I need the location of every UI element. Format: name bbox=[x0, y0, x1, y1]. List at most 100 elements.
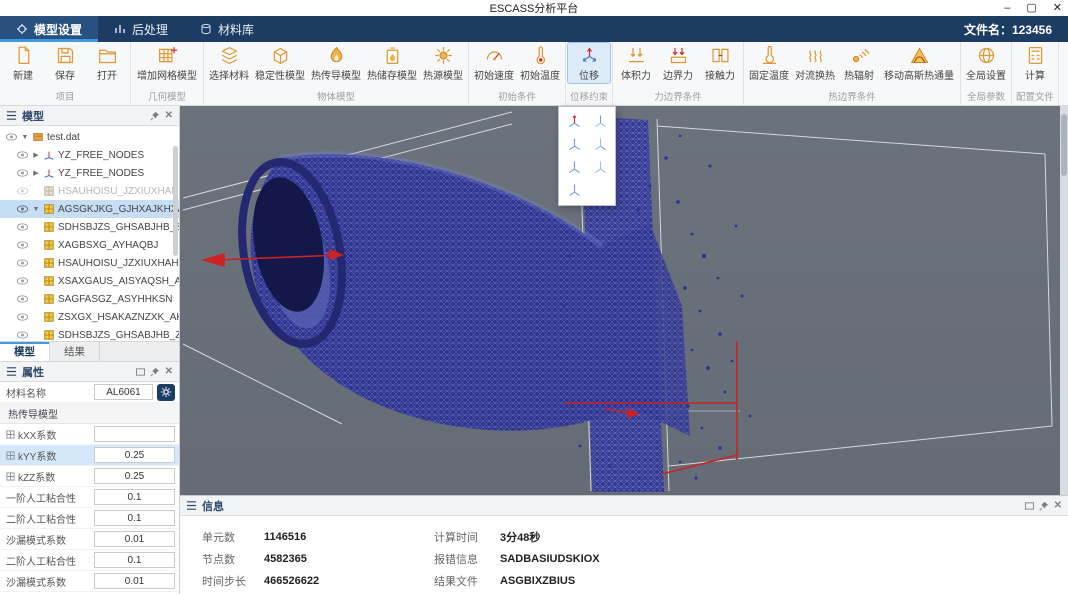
pin-icon[interactable] bbox=[150, 111, 160, 121]
tree-item-selected[interactable]: ▼ AGSGKJKG_GJHXAJKHXA bbox=[0, 200, 179, 218]
hourglass-coefficient-input-2[interactable] bbox=[94, 573, 175, 589]
eye-icon[interactable] bbox=[16, 222, 29, 232]
tree-item[interactable]: ZSXGX_HSAKAZNZXK_AHASX bbox=[0, 308, 179, 326]
maximize-button[interactable]: ▢ bbox=[1026, 0, 1036, 16]
pin-icon[interactable] bbox=[150, 367, 160, 377]
tree-item[interactable]: ▶ YZ_FREE_NODES bbox=[0, 164, 179, 182]
second-order-viscosity-input[interactable] bbox=[94, 510, 175, 526]
constraint-option-4[interactable] bbox=[587, 133, 613, 156]
thermal-radiation-button[interactable]: 热辐射 bbox=[838, 43, 880, 83]
tab-model-settings[interactable]: 模型设置 bbox=[0, 16, 98, 42]
material-name-input[interactable] bbox=[94, 384, 153, 400]
kxx-input[interactable] bbox=[94, 426, 175, 442]
constraint-option-7[interactable] bbox=[561, 179, 587, 202]
tree-item[interactable]: HSAUHOISU_JZXIUXHAHX bbox=[0, 254, 179, 272]
eye-icon[interactable] bbox=[16, 240, 29, 250]
constraint-option-6[interactable] bbox=[587, 156, 613, 179]
result-file-value: ASGBIXZBIUS bbox=[500, 575, 1068, 587]
viewport-scrollbar[interactable] bbox=[1060, 106, 1068, 495]
heat-source-model-button[interactable]: 热源模型 bbox=[420, 43, 466, 83]
eye-icon[interactable] bbox=[5, 132, 18, 142]
close-icon[interactable]: ✕ bbox=[165, 366, 173, 377]
close-button[interactable]: ✕ bbox=[1053, 0, 1062, 16]
constraint-triad-icon bbox=[592, 113, 609, 130]
tree-root[interactable]: ▼ test.dat bbox=[0, 128, 179, 146]
tree-item[interactable]: XSAXGAUS_AISYAQSH_ASHX bbox=[0, 272, 179, 290]
material-settings-button[interactable] bbox=[157, 384, 175, 401]
eye-icon[interactable] bbox=[16, 276, 29, 286]
viewport-scrollbar-thumb[interactable] bbox=[1061, 114, 1067, 176]
body-force-button[interactable]: 体积力 bbox=[615, 43, 657, 83]
tree-item[interactable]: SDHSBJZS_GHSABJHB_ZAHU bbox=[0, 326, 179, 341]
tree-item-label: SDHSBJZS_GHSABJHB_ZAHU bbox=[58, 330, 179, 341]
hourglass-coefficient-input[interactable] bbox=[94, 531, 175, 547]
float-icon[interactable] bbox=[1025, 502, 1034, 510]
global-settings-icon bbox=[976, 45, 997, 66]
tree-item[interactable]: SAGFASGZ_ASYHHKSN bbox=[0, 290, 179, 308]
select-material-button[interactable]: 选择材料 bbox=[206, 43, 252, 83]
heat-conduction-icon bbox=[326, 45, 347, 66]
model-panel-title: 模型 bbox=[22, 108, 44, 124]
tab-material-library[interactable]: 材料库 bbox=[184, 16, 270, 42]
eye-icon[interactable] bbox=[16, 258, 29, 268]
initial-velocity-button[interactable]: 初始速度 bbox=[471, 43, 517, 83]
chevron-down-icon[interactable]: ▼ bbox=[32, 206, 40, 213]
kyy-input[interactable] bbox=[94, 447, 175, 463]
pin-icon[interactable] bbox=[1039, 501, 1049, 511]
compute-button[interactable]: 计算 bbox=[1014, 43, 1056, 83]
minimize-button[interactable]: – bbox=[1004, 0, 1010, 16]
group-label-force-boundary: 力边界条件 bbox=[615, 89, 741, 105]
eye-icon[interactable] bbox=[16, 186, 29, 196]
global-settings-button[interactable]: 全局设置 bbox=[963, 43, 1009, 83]
fixed-temperature-button[interactable]: 固定温度 bbox=[746, 43, 792, 83]
chevron-right-icon[interactable]: ▶ bbox=[32, 151, 40, 159]
new-button[interactable]: 新建 bbox=[2, 43, 44, 83]
contact-force-button[interactable]: 接触力 bbox=[699, 43, 741, 83]
open-button[interactable]: 打开 bbox=[86, 43, 128, 83]
boundary-force-button[interactable]: 边界力 bbox=[657, 43, 699, 83]
viewport-3d[interactable] bbox=[180, 106, 1068, 495]
compute-time-value: 3分48秒 bbox=[500, 529, 1068, 545]
eye-icon[interactable] bbox=[16, 204, 29, 214]
mesh-part-icon bbox=[43, 221, 55, 233]
fem-mesh-scene bbox=[180, 106, 1060, 495]
eye-icon[interactable] bbox=[16, 294, 29, 304]
constraint-option-1[interactable] bbox=[561, 110, 587, 133]
tree-item[interactable]: SDHSBJZS_GHSABJHB_ZAHU bbox=[0, 218, 179, 236]
constraint-option-2[interactable] bbox=[587, 110, 613, 133]
moving-gauss-flux-button[interactable]: 移动高斯热通量 bbox=[880, 43, 958, 83]
initial-temperature-button[interactable]: 初始温度 bbox=[517, 43, 563, 83]
compute-time-label: 计算时间 bbox=[434, 529, 500, 545]
eye-icon[interactable] bbox=[16, 312, 29, 322]
chevron-down-icon[interactable]: ▼ bbox=[21, 134, 29, 141]
constraint-option-3[interactable] bbox=[561, 133, 587, 156]
eye-icon[interactable] bbox=[16, 330, 29, 340]
group-label-body-model: 物体模型 bbox=[206, 89, 466, 105]
displacement-button[interactable]: 位移 bbox=[568, 43, 610, 83]
float-icon[interactable] bbox=[136, 368, 145, 376]
kzz-input[interactable] bbox=[94, 468, 175, 484]
close-icon[interactable]: ✕ bbox=[165, 110, 173, 121]
close-icon[interactable]: ✕ bbox=[1054, 500, 1062, 511]
chevron-right-icon[interactable]: ▶ bbox=[32, 169, 40, 177]
heat-source-icon bbox=[433, 45, 454, 66]
heat-conduction-model-button[interactable]: 热传导模型 bbox=[308, 43, 364, 83]
bottom-tab-model[interactable]: 模型 bbox=[0, 342, 50, 361]
second-order-viscosity-input-2[interactable] bbox=[94, 552, 175, 568]
tree-item[interactable]: XAGBSXG_AYHAQBJ bbox=[0, 236, 179, 254]
tree-item[interactable]: HSAUHOISU_JZXIUXHAHX bbox=[0, 182, 179, 200]
first-order-viscosity-input[interactable] bbox=[94, 489, 175, 505]
eye-icon[interactable] bbox=[16, 168, 29, 178]
convection-button[interactable]: 对流换热 bbox=[792, 43, 838, 83]
tab-post-processing[interactable]: 后处理 bbox=[98, 16, 184, 42]
eye-icon[interactable] bbox=[16, 150, 29, 160]
add-mesh-model-button[interactable]: 增加网格模型 bbox=[133, 43, 201, 83]
property-row: 二阶人工粘合性 bbox=[0, 508, 179, 529]
save-button[interactable]: 保存 bbox=[44, 43, 86, 83]
stability-model-button[interactable]: 稳定性模型 bbox=[252, 43, 308, 83]
constraint-option-5[interactable] bbox=[561, 156, 587, 179]
tree-scrollbar[interactable] bbox=[173, 146, 178, 256]
tree-item[interactable]: ▶ YZ_FREE_NODES bbox=[0, 146, 179, 164]
heat-storage-model-button[interactable]: 热储存模型 bbox=[364, 43, 420, 83]
bottom-tab-results[interactable]: 结果 bbox=[50, 342, 100, 361]
